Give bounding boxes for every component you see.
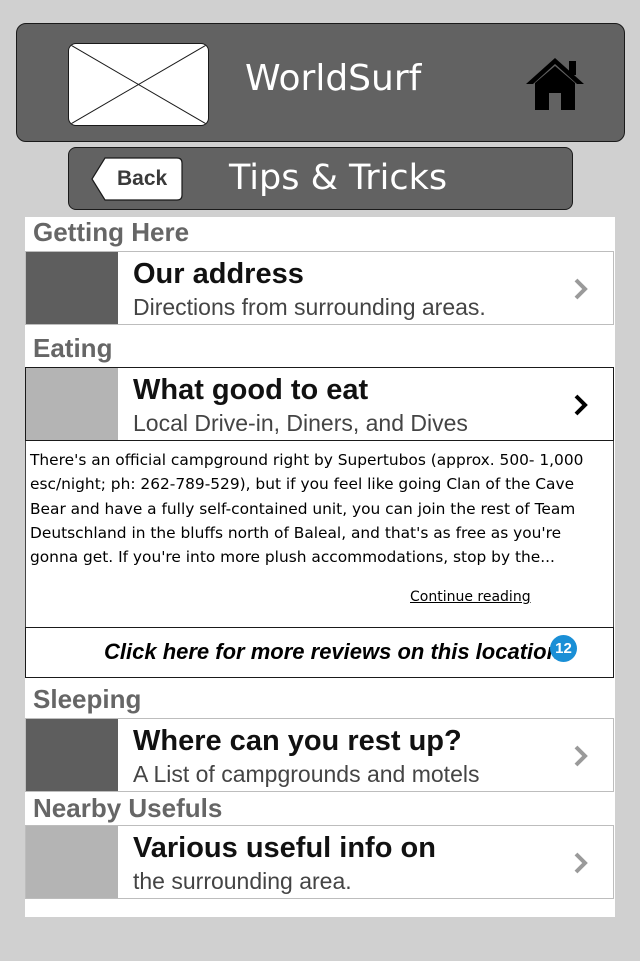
item-title: Where can you rest up? bbox=[133, 725, 462, 757]
chevron-right-icon bbox=[574, 852, 588, 874]
item-thumbnail bbox=[26, 826, 118, 898]
section-header-nearby-usefuls: Nearby Usefuls bbox=[33, 793, 223, 823]
item-title: What good to eat bbox=[133, 374, 369, 406]
app-title: WorldSurf bbox=[245, 58, 422, 99]
list-item-what-good-to-eat[interactable]: What good to eat Local Drive-in, Diners,… bbox=[25, 367, 614, 441]
item-thumbnail bbox=[26, 368, 118, 440]
chevron-right-icon bbox=[574, 394, 588, 416]
item-title: Various useful info on bbox=[133, 832, 436, 864]
chevron-right-icon bbox=[574, 745, 588, 767]
page-title: Tips & Tricks bbox=[229, 158, 448, 198]
image-placeholder-icon bbox=[68, 43, 209, 126]
page-header: Back Tips & Tricks bbox=[68, 147, 573, 210]
detail-text: There's an official campground right by … bbox=[30, 451, 584, 567]
item-thumbnail bbox=[26, 252, 118, 324]
content-list: Getting Here Our address Directions from… bbox=[25, 217, 615, 917]
item-subtitle: Local Drive-in, Diners, and Dives bbox=[133, 410, 468, 436]
item-thumbnail bbox=[26, 719, 118, 791]
back-label: Back bbox=[117, 167, 168, 190]
section-header-getting-here: Getting Here bbox=[33, 217, 190, 247]
home-icon[interactable] bbox=[524, 55, 586, 113]
section-header-sleeping: Sleeping bbox=[33, 684, 142, 714]
item-detail-panel: There's an official campground right by … bbox=[25, 441, 614, 628]
chevron-right-icon bbox=[574, 278, 588, 300]
app-header: WorldSurf bbox=[16, 23, 625, 142]
more-reviews-button[interactable]: Click here for more reviews on this loca… bbox=[25, 627, 614, 678]
list-item-our-address[interactable]: Our address Directions from surrounding … bbox=[25, 251, 614, 325]
back-button[interactable]: Back bbox=[91, 156, 184, 202]
reviews-count-badge: 12 bbox=[550, 635, 577, 662]
item-subtitle: the surrounding area. bbox=[133, 868, 352, 894]
section-header-eating: Eating bbox=[33, 333, 113, 363]
item-title: Our address bbox=[133, 258, 304, 290]
list-item-rest-up[interactable]: Where can you rest up? A List of campgro… bbox=[25, 718, 614, 792]
list-item-useful-info[interactable]: Various useful info on the surrounding a… bbox=[25, 825, 614, 899]
more-reviews-label: Click here for more reviews on this loca… bbox=[104, 639, 561, 664]
item-subtitle: Directions from surrounding areas. bbox=[133, 294, 486, 320]
continue-reading-link[interactable]: Continue reading bbox=[410, 589, 531, 605]
item-subtitle: A List of campgrounds and motels bbox=[133, 761, 480, 787]
